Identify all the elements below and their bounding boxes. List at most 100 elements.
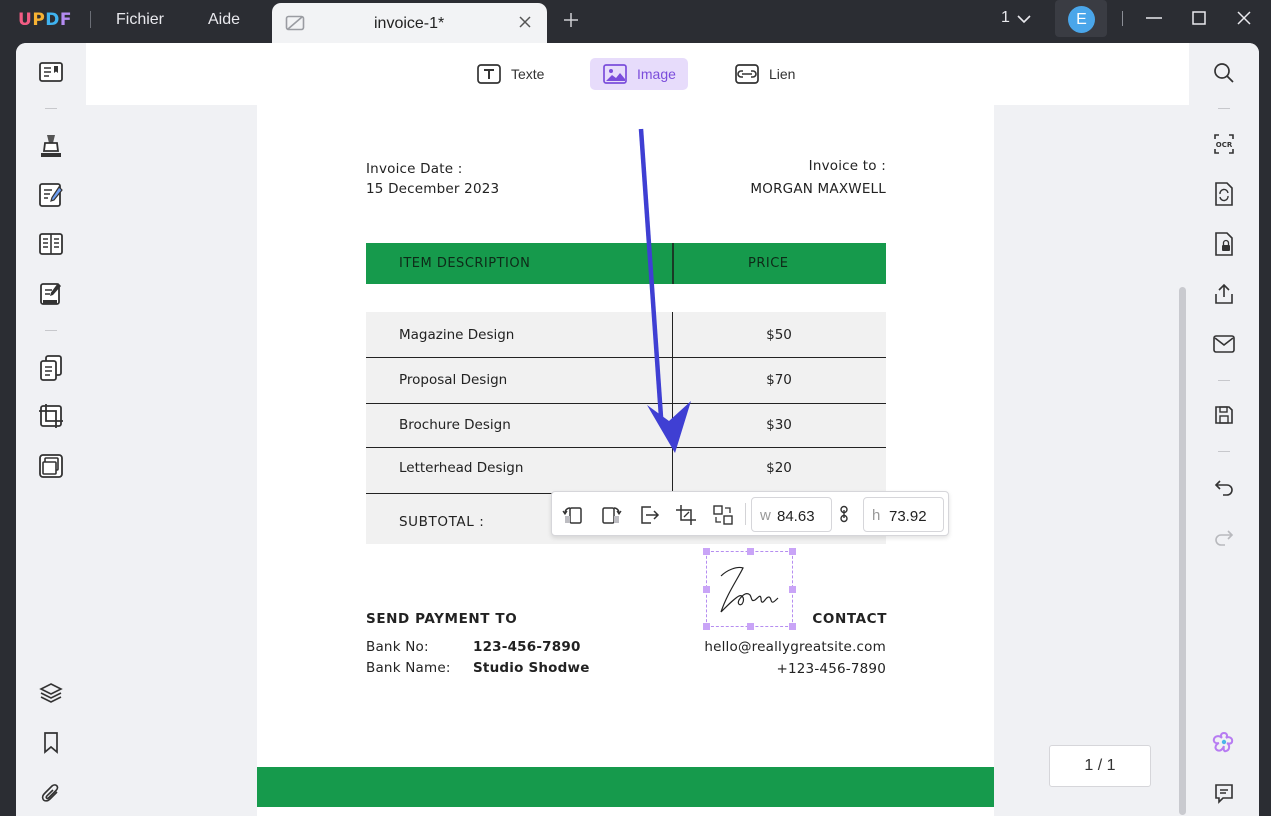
extract-image-icon[interactable]	[637, 503, 661, 527]
image-tool-icon	[603, 64, 627, 84]
footer-band	[257, 767, 994, 807]
ocr-icon[interactable]: OCR	[1209, 129, 1239, 159]
item-description[interactable]: Brochure Design	[399, 417, 511, 433]
annotation-arrow	[638, 128, 691, 453]
table-row: Proposal Design $70	[366, 358, 886, 404]
page-canvas: Invoice Date : 15 December 2023 Invoice …	[86, 105, 1189, 816]
title-bar: UPDF Fichier Aide invoice-1* 1 E	[0, 0, 1271, 43]
convert-icon[interactable]	[1209, 179, 1239, 209]
lock-aspect-ratio-icon[interactable]	[839, 505, 849, 528]
undo-icon[interactable]	[1209, 472, 1239, 502]
rotate-left-icon[interactable]	[561, 503, 585, 527]
close-tab-icon[interactable]	[517, 14, 533, 35]
redo-icon[interactable]	[1209, 522, 1239, 552]
invoice-to-label[interactable]: Invoice to :	[809, 158, 886, 174]
sidebar-divider	[45, 108, 57, 109]
email-icon[interactable]	[1209, 329, 1239, 359]
resize-handle[interactable]	[703, 548, 710, 555]
resize-handle[interactable]	[789, 623, 796, 630]
height-field[interactable]: h 73.92	[863, 497, 944, 532]
image-edit-toolbar: w 84.63 h 73.92	[551, 491, 949, 536]
bank-name-label[interactable]: Bank Name:	[366, 660, 451, 676]
width-field[interactable]: w 84.63	[751, 497, 832, 532]
logo-letter-p: P	[32, 10, 46, 30]
account-button[interactable]: E	[1055, 0, 1107, 37]
edit-pdf-icon[interactable]	[36, 180, 66, 210]
document-tab-icon	[285, 14, 305, 37]
resize-handle[interactable]	[747, 548, 754, 555]
close-window-icon[interactable]	[1236, 10, 1252, 31]
text-tool-label: Texte	[511, 66, 545, 82]
chevron-down-icon[interactable]	[1016, 12, 1032, 30]
selected-signature-image[interactable]	[703, 548, 796, 630]
signature-image	[720, 566, 779, 613]
rotate-right-icon[interactable]	[599, 503, 623, 527]
convert-pages-icon[interactable]	[36, 353, 66, 383]
search-icon[interactable]	[1209, 58, 1239, 88]
invoice-date-value[interactable]: 15 December 2023	[366, 181, 499, 197]
updf-logo[interactable]: UPDF	[18, 10, 72, 30]
col-price[interactable]: PRICE	[748, 256, 789, 271]
bank-no-label[interactable]: Bank No:	[366, 639, 429, 655]
resize-handle[interactable]	[789, 548, 796, 555]
table-row: Letterhead Design $20	[366, 448, 886, 494]
layers-icon[interactable]	[36, 678, 66, 708]
link-tool-button[interactable]: Lien	[722, 58, 807, 90]
menu-divider	[90, 11, 91, 28]
contact-phone[interactable]: +123-456-7890	[776, 661, 886, 677]
sidebar-divider	[1218, 380, 1230, 381]
window-count[interactable]: 1	[1001, 9, 1010, 27]
bank-no-value[interactable]: 123-456-7890	[473, 639, 581, 655]
tab-title: invoice-1*	[374, 15, 445, 32]
compare-pages-icon[interactable]	[36, 451, 66, 481]
height-prefix: h	[872, 507, 881, 524]
reader-icon[interactable]	[36, 58, 66, 88]
page-organize-icon[interactable]	[36, 229, 66, 259]
protect-icon[interactable]	[1209, 229, 1239, 259]
attachment-icon[interactable]	[36, 778, 66, 808]
text-tool-button[interactable]: Texte	[464, 58, 556, 90]
invoice-date-label[interactable]: Invoice Date :	[366, 161, 462, 177]
crop-image-icon[interactable]	[674, 503, 698, 527]
save-icon[interactable]	[1209, 400, 1239, 430]
new-tab-icon[interactable]	[563, 12, 579, 33]
send-payment-heading[interactable]: SEND PAYMENT TO	[366, 611, 517, 627]
item-description[interactable]: Letterhead Design	[399, 460, 523, 476]
document-area: Texte Image Lien Invoice Date : 15 Decem…	[86, 43, 1189, 816]
width-prefix: w	[760, 507, 771, 524]
replace-image-icon[interactable]	[711, 503, 735, 527]
resize-handle[interactable]	[789, 586, 796, 593]
page-indicator[interactable]: 1 / 1	[1049, 745, 1151, 787]
item-description[interactable]: Proposal Design	[399, 372, 507, 388]
fill-sign-icon[interactable]	[36, 279, 66, 309]
crop-pages-icon[interactable]	[36, 401, 66, 431]
image-tool-button[interactable]: Image	[590, 58, 688, 90]
minimize-icon[interactable]	[1145, 10, 1163, 31]
avatar: E	[1068, 6, 1095, 33]
vertical-scrollbar[interactable]	[1179, 287, 1186, 815]
resize-handle[interactable]	[747, 623, 754, 630]
bookmark-icon[interactable]	[36, 728, 66, 758]
item-price[interactable]: $20	[672, 460, 886, 476]
resize-handle[interactable]	[703, 586, 710, 593]
comment-icon[interactable]	[1209, 778, 1239, 808]
text-tool-icon	[477, 64, 501, 84]
bank-name-value[interactable]: Studio Shodwe	[473, 660, 590, 676]
menu-fichier[interactable]: Fichier	[116, 11, 164, 29]
col-item-description[interactable]: ITEM DESCRIPTION	[399, 256, 530, 271]
item-description[interactable]: Magazine Design	[399, 327, 514, 343]
highlighter-icon[interactable]	[36, 130, 66, 160]
right-sidebar: OCR	[1179, 43, 1259, 816]
share-icon[interactable]	[1209, 279, 1239, 309]
ai-assistant-icon[interactable]	[1209, 728, 1239, 758]
document-tab[interactable]: invoice-1*	[272, 3, 547, 43]
maximize-icon[interactable]	[1191, 10, 1207, 31]
contact-heading[interactable]: CONTACT	[812, 611, 887, 627]
contact-email[interactable]: hello@reallygreatsite.com	[704, 639, 886, 655]
invoice-to-value[interactable]: MORGAN MAXWELL	[750, 181, 886, 197]
logo-letter-f: F	[59, 10, 73, 30]
image-tool-label: Image	[637, 66, 676, 82]
subtotal-label[interactable]: SUBTOTAL :	[399, 514, 484, 530]
resize-handle[interactable]	[703, 623, 710, 630]
menu-aide[interactable]: Aide	[208, 11, 240, 29]
